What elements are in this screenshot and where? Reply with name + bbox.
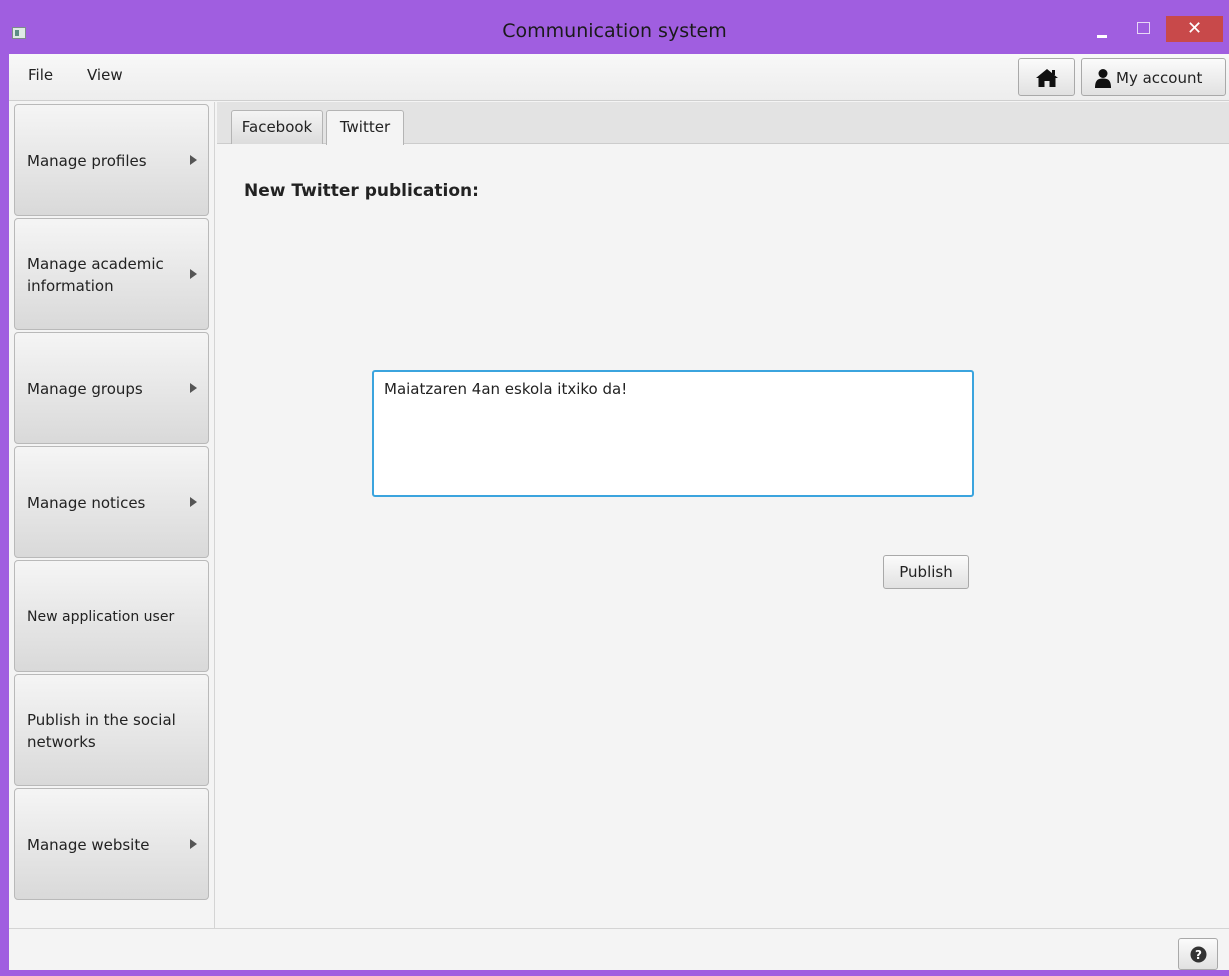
menu-view[interactable]: View: [87, 66, 123, 84]
submenu-arrow-icon: [190, 839, 197, 849]
sidebar: Manage profiles Manage academic informat…: [9, 102, 217, 930]
sidebar-item-label: Manage website: [27, 836, 150, 854]
submenu-arrow-icon: [190, 269, 197, 279]
sidebar-item-label: Manage profiles: [27, 152, 147, 170]
my-account-button[interactable]: My account: [1081, 58, 1226, 96]
sidebar-item-publish-social-networks[interactable]: Publish in the social networks: [14, 674, 209, 786]
window-title: Communication system: [502, 20, 727, 42]
app-window: Communication system ✕ File View My acco…: [0, 0, 1229, 976]
publish-label: Publish: [899, 563, 953, 581]
minimize-button[interactable]: [1088, 16, 1116, 42]
menu-file[interactable]: File: [28, 66, 53, 84]
status-bar: ?: [9, 928, 1229, 976]
my-account-label: My account: [1116, 69, 1203, 87]
home-button[interactable]: [1018, 58, 1075, 96]
sidebar-item-manage-profiles[interactable]: Manage profiles: [14, 104, 209, 216]
title-bar[interactable]: Communication system ✕: [0, 0, 1229, 54]
submenu-arrow-icon: [190, 383, 197, 393]
sidebar-item-manage-website[interactable]: Manage website: [14, 788, 209, 900]
sidebar-item-manage-academic-information[interactable]: Manage academic information: [14, 218, 209, 330]
menu-bar: File View My account: [9, 54, 1229, 101]
page-title: New Twitter publication:: [244, 181, 479, 201]
window-bottom-border: [0, 970, 1229, 976]
submenu-arrow-icon: [190, 497, 197, 507]
sidebar-divider: [214, 102, 215, 928]
sidebar-item-label: Publish in the social networks: [27, 711, 176, 751]
twitter-tab-content: New Twitter publication: Maiatzaren 4an …: [217, 145, 1229, 928]
help-button[interactable]: ?: [1178, 938, 1218, 970]
submenu-arrow-icon: [190, 155, 197, 165]
maximize-button[interactable]: [1128, 16, 1156, 42]
home-icon: [1036, 69, 1058, 87]
sidebar-item-label: Manage notices: [27, 494, 146, 512]
sidebar-item-manage-groups[interactable]: Manage groups: [14, 332, 209, 444]
tab-bar: Facebook Twitter: [217, 102, 1229, 145]
close-button[interactable]: ✕: [1166, 16, 1223, 42]
close-icon: ✕: [1186, 18, 1203, 39]
sidebar-item-label: Manage groups: [27, 380, 143, 398]
sidebar-item-new-application-user[interactable]: New application user: [14, 560, 209, 672]
sidebar-item-manage-notices[interactable]: Manage notices: [14, 446, 209, 558]
tab-facebook[interactable]: Facebook: [231, 110, 323, 144]
publish-button[interactable]: Publish: [883, 555, 969, 589]
user-icon: [1095, 69, 1111, 88]
client-area: File View My account Manage profiles Man…: [9, 54, 1229, 976]
help-icon: ?: [1190, 946, 1207, 963]
tab-twitter[interactable]: Twitter: [326, 110, 404, 145]
sidebar-item-label: New application user: [27, 609, 175, 625]
sidebar-item-label: Manage academic information: [27, 255, 164, 295]
publication-text-area[interactable]: Maiatzaren 4an eskola itxiko da!: [372, 370, 974, 497]
svg-text:?: ?: [1195, 948, 1202, 962]
